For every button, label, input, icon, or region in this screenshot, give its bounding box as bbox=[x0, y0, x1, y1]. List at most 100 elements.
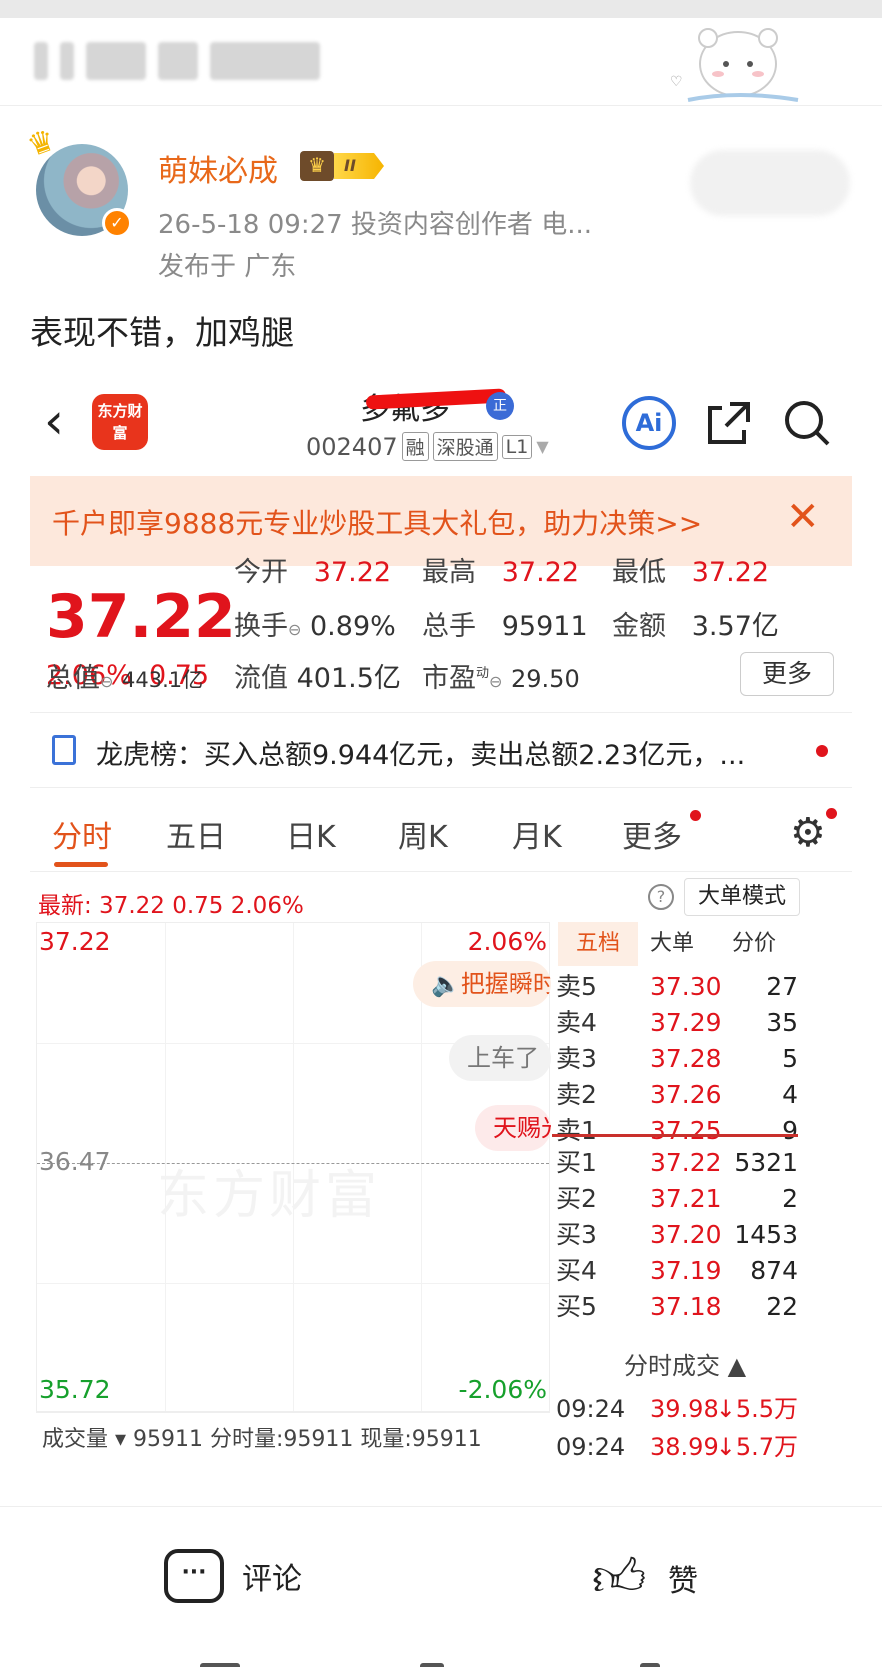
level-price: 37.20 bbox=[650, 1220, 722, 1249]
stock-badge: 正 bbox=[486, 392, 514, 420]
author-name[interactable]: 萌妹必成 bbox=[158, 146, 278, 190]
stat-mktcap: 总值⊖ 443.1亿 bbox=[46, 663, 204, 694]
level-price: 37.26 bbox=[650, 1080, 722, 1109]
stock-code: 002407 bbox=[306, 432, 398, 461]
tab-five-levels[interactable]: 五档 bbox=[558, 922, 638, 966]
like-label: 赞 bbox=[668, 1564, 698, 1599]
search-icon bbox=[785, 401, 830, 446]
stock-code-line: 002407 融 深股通 L1 ▼ bbox=[306, 432, 549, 461]
big-order-mode-button[interactable]: 大单模式 bbox=[684, 878, 800, 916]
stat-high: 最高 37.22 bbox=[422, 557, 580, 588]
more-stats-button[interactable]: 更多 bbox=[740, 652, 834, 696]
back-arrow-icon: ‹ bbox=[44, 392, 64, 450]
decorative-bear-sticker: ♡ bbox=[670, 28, 799, 102]
chart-tabs: 分时 五日 日K 周K 月K 更多 ⚙ bbox=[30, 802, 852, 872]
tag-level: L1 bbox=[501, 434, 533, 459]
speaker-icon: 🔈 bbox=[431, 970, 461, 998]
bid-row[interactable]: 买4 37.19 874 bbox=[552, 1254, 798, 1288]
level-price: 37.22 bbox=[650, 1148, 722, 1177]
ask-row[interactable]: 卖2 37.26 4 bbox=[552, 1078, 798, 1112]
tab-big-orders[interactable]: 大单 bbox=[650, 922, 694, 966]
level-qty: 5 bbox=[782, 1044, 798, 1073]
tab-intraday[interactable]: 分时 bbox=[52, 812, 112, 856]
level-qty: 27 bbox=[766, 972, 798, 1001]
level-price: 37.25 bbox=[650, 1116, 722, 1145]
notification-dot bbox=[816, 745, 828, 757]
tick-price: 38.99 bbox=[650, 1433, 719, 1461]
post-text: 表现不错，加鸡腿 bbox=[30, 313, 294, 352]
ai-assistant-icon: Ai bbox=[622, 396, 676, 450]
comment-button[interactable]: ··· 评论 bbox=[164, 1549, 302, 1603]
volume-bar[interactable]: 成交量 ▾ 95911 分时量:95911 现量:95911 bbox=[36, 1412, 550, 1452]
embedded-stock-screenshot[interactable]: ‹ 东方财富 多氟多 正 002407 融 深股通 L1 ▼ Ai 千户即享98… bbox=[30, 366, 852, 1506]
bid-row[interactable]: 买5 37.18 22 bbox=[552, 1290, 798, 1324]
top-price-label: 37.22 bbox=[39, 927, 111, 956]
current-price: 37.22 bbox=[46, 582, 236, 652]
ask-row[interactable]: 卖3 37.28 5 bbox=[552, 1042, 798, 1076]
weibo-post-page: ♡ ♛ ✓ 萌妹必成 ♛ II 26-5-18 09:27 投资内容创作者 电.… bbox=[0, 0, 882, 1674]
live-comment-bubble[interactable]: 上车了 bbox=[449, 1035, 551, 1081]
header-divider bbox=[0, 105, 882, 106]
eastmoney-logo: 东方财富 bbox=[92, 394, 148, 450]
promo-text: 千户即享9888元专业炒股工具大礼包，助力决策>> bbox=[52, 507, 703, 540]
tag-connect: 深股通 bbox=[432, 432, 498, 461]
help-icon[interactable]: ? bbox=[648, 884, 674, 910]
dragon-tiger-list-row[interactable]: 龙虎榜：买入总额9.944亿元，卖出总额2.23亿元，... bbox=[30, 712, 852, 788]
level-label: 卖3 bbox=[556, 1044, 597, 1073]
level-label: 买2 bbox=[556, 1184, 597, 1213]
thumbs-up-icon: 👍︎ bbox=[592, 1548, 647, 1608]
tab-daily-k[interactable]: 日K bbox=[286, 812, 336, 856]
live-comment-bubble[interactable]: 🔈把握瞬时 bbox=[413, 961, 551, 1007]
intraday-chart[interactable]: 东方财富 37.22 2.06% 36.47 35.72 -2.06% 🔈把握瞬… bbox=[36, 922, 551, 1412]
tab-price-volume[interactable]: 分价 bbox=[732, 922, 776, 966]
level-price: 37.29 bbox=[650, 1008, 722, 1037]
bid-row[interactable]: 买3 37.20 1453 bbox=[552, 1218, 798, 1252]
latest-quote: 最新: 37.22 0.75 2.06% bbox=[38, 893, 304, 919]
level-qty: 874 bbox=[750, 1256, 798, 1285]
nav-back-icon[interactable] bbox=[640, 1663, 660, 1674]
live-comment-bubble[interactable]: 天赐光 bbox=[475, 1105, 551, 1151]
bottom-action-bar: ··· 评论 👍︎ 赞 bbox=[0, 1506, 882, 1674]
active-tab-indicator bbox=[54, 862, 108, 867]
bid-row[interactable]: 买2 37.21 2 bbox=[552, 1182, 798, 1216]
tab-five-day[interactable]: 五日 bbox=[166, 812, 226, 856]
tick-volume: ↓5.5万 bbox=[715, 1395, 798, 1423]
status-strip bbox=[0, 0, 882, 18]
bid-row[interactable]: 买1 37.22 5321 bbox=[552, 1146, 798, 1180]
level-qty: 9 bbox=[782, 1116, 798, 1145]
level-price: 37.18 bbox=[650, 1292, 722, 1321]
stat-pe: 市盈动⊖ 29.50 bbox=[422, 663, 580, 694]
author-avatar[interactable]: ♛ ✓ bbox=[23, 122, 132, 238]
ask-row[interactable]: 卖5 37.30 27 bbox=[552, 970, 798, 1004]
top-pct-label: 2.06% bbox=[467, 927, 547, 956]
tag-margin: 融 bbox=[401, 432, 429, 461]
comment-label: 评论 bbox=[242, 1562, 302, 1597]
comment-icon: ··· bbox=[164, 1549, 224, 1603]
ticks-title[interactable]: 分时成交 ▲ bbox=[624, 1346, 746, 1381]
level-qty: 1453 bbox=[734, 1220, 798, 1249]
tab-weekly-k[interactable]: 周K bbox=[398, 812, 448, 856]
member-level-badge[interactable]: ♛ II bbox=[300, 150, 384, 182]
tick-row: 09:24 38.99 ↓5.7万 bbox=[552, 1430, 798, 1464]
post-meta-time: 26-5-18 09:27 投资内容创作者 电... bbox=[158, 210, 592, 240]
close-icon: ✕ bbox=[786, 494, 820, 540]
nav-menu-icon[interactable] bbox=[200, 1663, 240, 1674]
nav-home-icon[interactable] bbox=[420, 1663, 444, 1674]
like-button[interactable]: 👍︎ 赞 bbox=[592, 1549, 698, 1607]
ask-row[interactable]: 卖4 37.29 35 bbox=[552, 1006, 798, 1040]
tab-more[interactable]: 更多 bbox=[622, 812, 682, 856]
level-price: 37.19 bbox=[650, 1256, 722, 1285]
watermark: 东方财富 bbox=[157, 1166, 382, 1226]
level-qty: 2 bbox=[782, 1184, 798, 1213]
tab-monthly-k[interactable]: 月K bbox=[512, 812, 562, 856]
level-price: 37.30 bbox=[650, 972, 722, 1001]
ask-row[interactable]: 卖1 37.25 9 bbox=[552, 1114, 798, 1148]
level-qty: 35 bbox=[766, 1008, 798, 1037]
tick-time: 09:24 bbox=[556, 1395, 626, 1423]
prev-close-line bbox=[37, 1163, 549, 1164]
chevron-down-icon: ▼ bbox=[536, 437, 549, 456]
gear-icon[interactable]: ⚙ bbox=[790, 810, 826, 856]
stat-turnover: 换手⊖ 0.89% bbox=[234, 611, 396, 642]
tick-price: 39.98 bbox=[650, 1395, 719, 1423]
follow-button[interactable] bbox=[690, 150, 850, 216]
